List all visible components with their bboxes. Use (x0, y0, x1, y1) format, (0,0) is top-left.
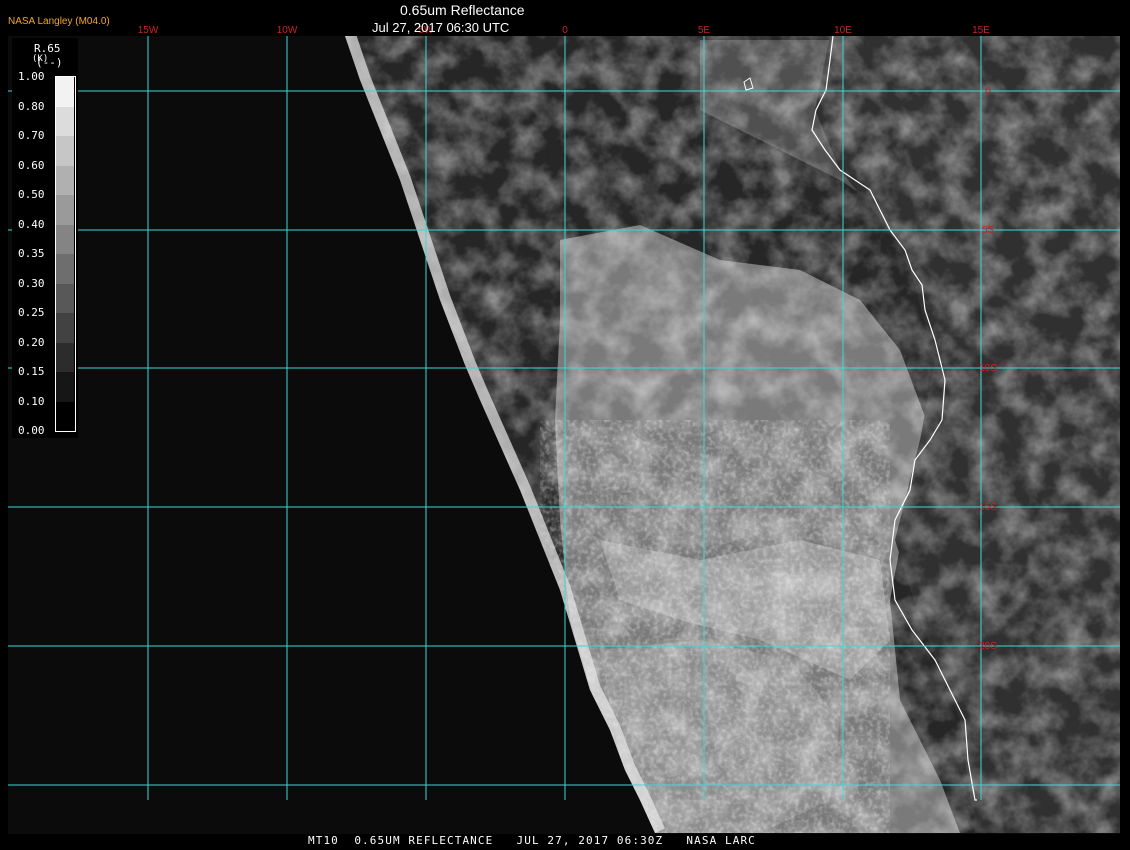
legend-tick-label: 0.20 (18, 335, 45, 349)
legend-tick-label: 0.80 (18, 99, 45, 113)
legend-frame (55, 76, 76, 432)
longitude-label: 15W (138, 25, 159, 36)
legend-tick-label: 0.25 (18, 306, 45, 319)
legend-units: (--) (36, 56, 63, 69)
legend-tick-label: 0.00 (18, 424, 45, 437)
latitude-label: 10S (979, 363, 997, 374)
longitude-label: 10E (834, 25, 852, 36)
legend-tick-label: 0.40 (18, 217, 45, 231)
latitude-label: 20S (979, 641, 997, 652)
status-footer: MT10 0.65UM REFLECTANCE JUL 27, 2017 06:… (308, 834, 756, 847)
product-title: 0.65um Reflectance (400, 2, 525, 18)
legend-tick-label: 0.50 (18, 188, 45, 201)
longitude-label: 10W (277, 25, 298, 36)
legend-tick-label: 0.10 (18, 394, 45, 408)
legend-tick-label: 0.30 (18, 276, 45, 290)
legend-tick-label: 0.15 (18, 365, 45, 378)
legend-tick-label: 0.60 (18, 158, 45, 172)
longitude-label: 15E (972, 25, 990, 36)
legend-tick-label: 0.70 (18, 129, 45, 142)
longitude-label: 5E (698, 25, 711, 36)
agency-label: NASA Langley (M04.0) (8, 16, 110, 27)
latitude-label: 5S (982, 225, 995, 236)
legend-tick-label: 0.35 (18, 247, 45, 260)
latitude-label: 0 (985, 86, 991, 97)
observation-datetime: Jul 27, 2017 06:30 UTC (372, 20, 510, 35)
legend-tick-label: 1.00 (18, 70, 45, 83)
color-scale-legend: R.65 (K) (--) 1.00 0.80 0.70 0.60 0.50 0.40 0.… (12, 38, 78, 438)
satellite-map: 15W 10W 5W 0 5E 10E 15E05S10S15S20S (8, 25, 1120, 834)
longitude-label: 0 (562, 25, 568, 36)
latitude-label: 15S (979, 502, 997, 513)
